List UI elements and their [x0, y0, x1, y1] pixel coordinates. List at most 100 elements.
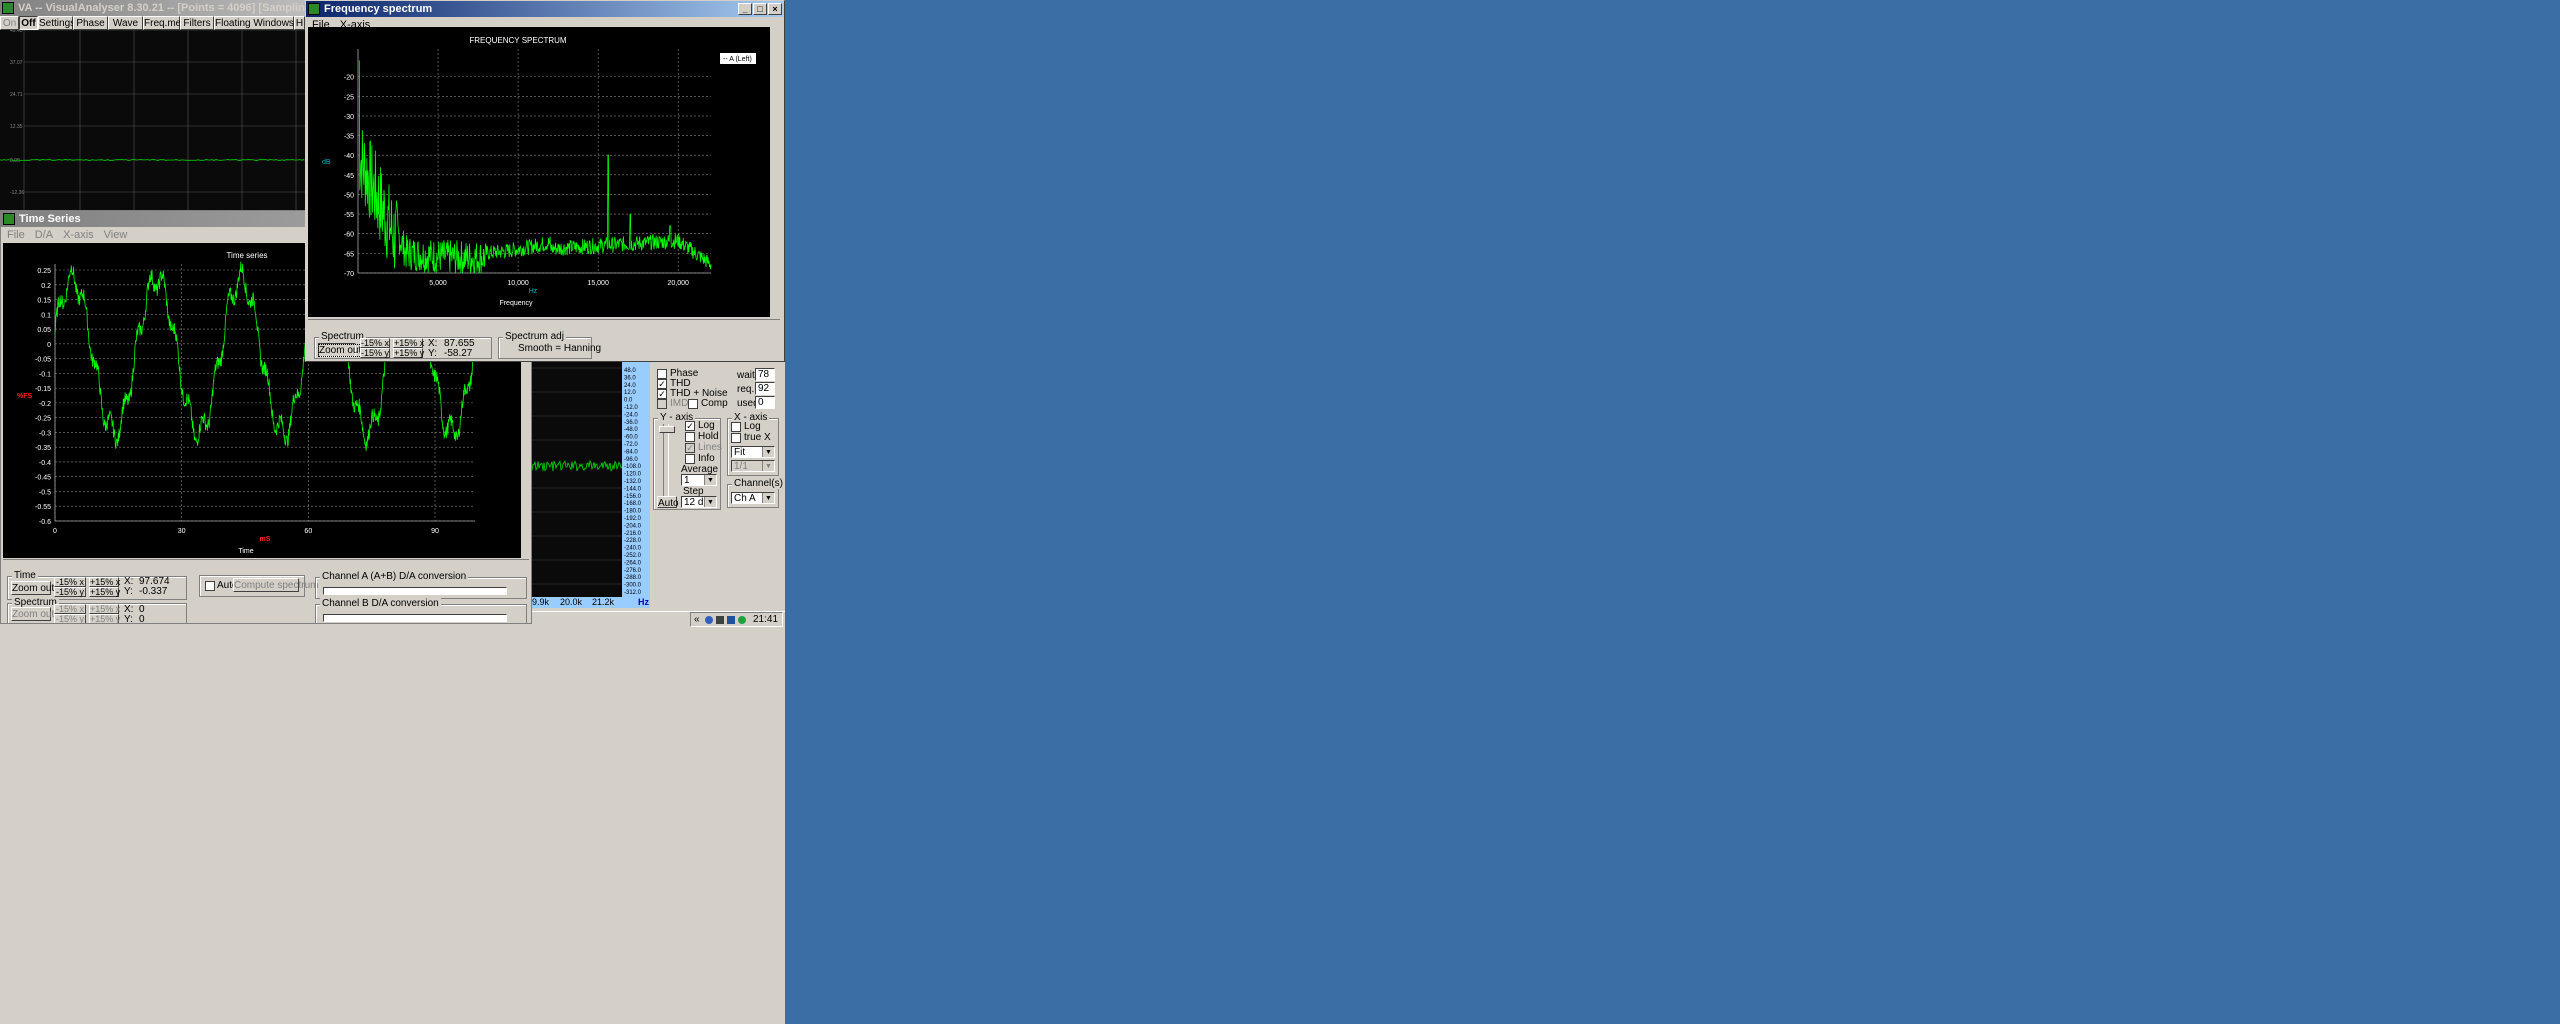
true-x-label: true X: [744, 432, 771, 443]
db-scale-tick: -300.0: [624, 583, 642, 589]
phase-button[interactable]: Phase: [73, 16, 108, 30]
side-spectrum-plot[interactable]: [531, 360, 623, 600]
compute-spectrum-button[interactable]: Compute spectrum: [233, 578, 318, 592]
ts-menu-file[interactable]: File: [7, 227, 25, 243]
x-log-label: Log: [744, 421, 761, 432]
fs-y-tick: -55: [344, 212, 354, 219]
step-dropdown-icon[interactable]: ▼: [704, 497, 716, 507]
filters-button[interactable]: Filters: [180, 16, 214, 30]
tray-network-icon[interactable]: [705, 616, 713, 624]
minimize-icon[interactable]: _: [738, 3, 752, 15]
time-plus-y-button[interactable]: +15% y: [89, 587, 120, 597]
y-axis-slider-thumb[interactable]: [659, 426, 675, 433]
ratio-dropdown-icon[interactable]: ▼: [762, 461, 774, 471]
thd-checkbox[interactable]: ✓: [657, 379, 667, 389]
fs-minus-y-button[interactable]: -15% y: [360, 348, 390, 358]
wave-button[interactable]: Wave: [108, 16, 143, 30]
db-scale-tick: 36.0: [624, 375, 636, 381]
spec-plus-y-button[interactable]: +15% y: [89, 614, 120, 623]
db-scale-tick: -264.0: [624, 560, 642, 566]
thd-noise-checkbox[interactable]: ✓: [657, 389, 667, 399]
fit-screen-select[interactable]: Fit screen▼: [731, 446, 775, 470]
side-freq-axis: 9.9k 20.0k 21.2k Hz: [532, 597, 650, 608]
tray-antivirus-icon[interactable]: [738, 616, 746, 624]
floating-windows-button[interactable]: Floating Windows mode: [214, 16, 322, 30]
db-scale-tick: -276.0: [624, 568, 642, 574]
fs-x-tick: 15,000: [587, 280, 609, 287]
fit-screen-dropdown-icon[interactable]: ▼: [762, 447, 774, 457]
imd-label: IMD: [670, 398, 689, 409]
y-axis-slider[interactable]: [663, 424, 669, 496]
phase-checkbox[interactable]: [657, 369, 667, 379]
ratio-select[interactable]: 1/1 ▼: [731, 460, 775, 472]
time-zoom-out-button[interactable]: Zoom out: [11, 581, 54, 595]
hold-checkbox[interactable]: [685, 432, 695, 442]
spec-minus-y-button[interactable]: -15% y: [54, 614, 86, 623]
main-title-bar[interactable]: VA -- VisualAnalyser 8.30.21 -- [Points …: [0, 0, 436, 16]
tray-expand-icon[interactable]: «: [694, 613, 700, 627]
ts-y-tick: -0.3: [39, 430, 51, 437]
true-x-checkbox[interactable]: [731, 433, 741, 443]
imd-checkbox[interactable]: [657, 399, 667, 409]
taskbar: « 21:41: [532, 611, 785, 627]
frequency-spectrum-plot[interactable]: FREQUENCY SPECTRUM -20 -25 -30 -35 -40 -45 -50 -…: [308, 27, 770, 317]
spec-plus-x-button[interactable]: +15% x: [89, 604, 120, 614]
average-select[interactable]: 1 ▼: [681, 474, 717, 486]
ts-menu-xaxis[interactable]: X-axis: [63, 227, 94, 243]
lines-checkbox[interactable]: ✓: [685, 443, 695, 453]
spec-minus-x-button[interactable]: -15% x: [54, 604, 86, 614]
fs-minus-x-button[interactable]: -15% x: [360, 338, 390, 348]
freq-title-bar[interactable]: Frequency spectrum _ □ ×: [306, 1, 784, 17]
auto-checkbox[interactable]: [205, 581, 215, 591]
average-dropdown-icon[interactable]: ▼: [704, 475, 716, 485]
fs-legend-label: -- A (Left): [723, 56, 752, 63]
time-series-title: Time Series: [19, 213, 81, 225]
channel-select[interactable]: Ch A ▼: [731, 492, 775, 504]
off-button[interactable]: Off: [19, 16, 38, 30]
db-scale-tick: -192.0: [624, 516, 642, 522]
fs-y-tick: -40: [344, 153, 354, 160]
step-select[interactable]: 12 dB ▼: [681, 496, 717, 508]
side-spectrum-chart: [531, 367, 623, 585]
y-auto-button[interactable]: Auto: [657, 496, 679, 509]
freq-meter-button[interactable]: Freq.meter: [143, 16, 193, 30]
db-scale-tick: -312.0: [624, 590, 642, 596]
db-scale-tick: -108.0: [624, 464, 642, 470]
db-scale-tick: -84.0: [624, 449, 638, 455]
ts-menu-da[interactable]: D/A: [35, 227, 53, 243]
comp-checkbox[interactable]: [688, 399, 698, 409]
help-button[interactable]: H: [294, 16, 305, 30]
db-scale-tick: -48.0: [624, 427, 638, 433]
fs-plus-y-button[interactable]: +15% y: [393, 348, 424, 358]
settings-button[interactable]: Settings: [38, 16, 75, 30]
tray-volume-icon[interactable]: [716, 616, 724, 624]
fs-zoom-out-button[interactable]: Zoom out: [317, 343, 363, 357]
time-minus-y-button[interactable]: -15% y: [54, 587, 86, 597]
freq-hscroll[interactable]: [308, 319, 780, 326]
time-minus-x-button[interactable]: -15% x: [54, 577, 86, 587]
time-plus-x-button[interactable]: +15% x: [89, 577, 120, 587]
maximize-icon[interactable]: □: [753, 3, 767, 15]
freq-vscroll[interactable]: [772, 27, 780, 317]
log-checkbox[interactable]: ✓: [685, 421, 695, 431]
spec-zoom-out-button[interactable]: Zoom out: [11, 607, 54, 621]
fs-y-tick: -70: [344, 271, 354, 278]
fs-plus-x-button[interactable]: +15% x: [393, 338, 424, 348]
x-log-checkbox[interactable]: [731, 422, 741, 432]
frequency-spectrum-chart: FREQUENCY SPECTRUM -20 -25 -30 -35 -40 -45 -50 -…: [322, 36, 756, 307]
tray-monitor-icon[interactable]: [727, 616, 735, 624]
ts-y-axis-label: %FS: [17, 393, 33, 400]
fs-x-tick: 20,000: [667, 280, 689, 287]
on-button[interactable]: On: [0, 16, 19, 30]
freq-tick-2: 20.0k: [560, 597, 583, 607]
info-checkbox[interactable]: [685, 454, 695, 464]
time-group-label: Time: [12, 570, 38, 581]
freq-tick-1: 9.9k: [532, 597, 550, 607]
ts-menu-view[interactable]: View: [104, 227, 128, 243]
clock[interactable]: 21:41: [753, 613, 778, 627]
scope-plot[interactable]: 49.43 37.07 24.71 12.35 0.00 -12.36: [0, 28, 305, 210]
close-icon[interactable]: ×: [768, 3, 782, 15]
ts-hscroll[interactable]: [3, 559, 529, 566]
channel-dropdown-icon[interactable]: ▼: [762, 493, 774, 503]
ts-x-unit: mS: [260, 536, 271, 543]
